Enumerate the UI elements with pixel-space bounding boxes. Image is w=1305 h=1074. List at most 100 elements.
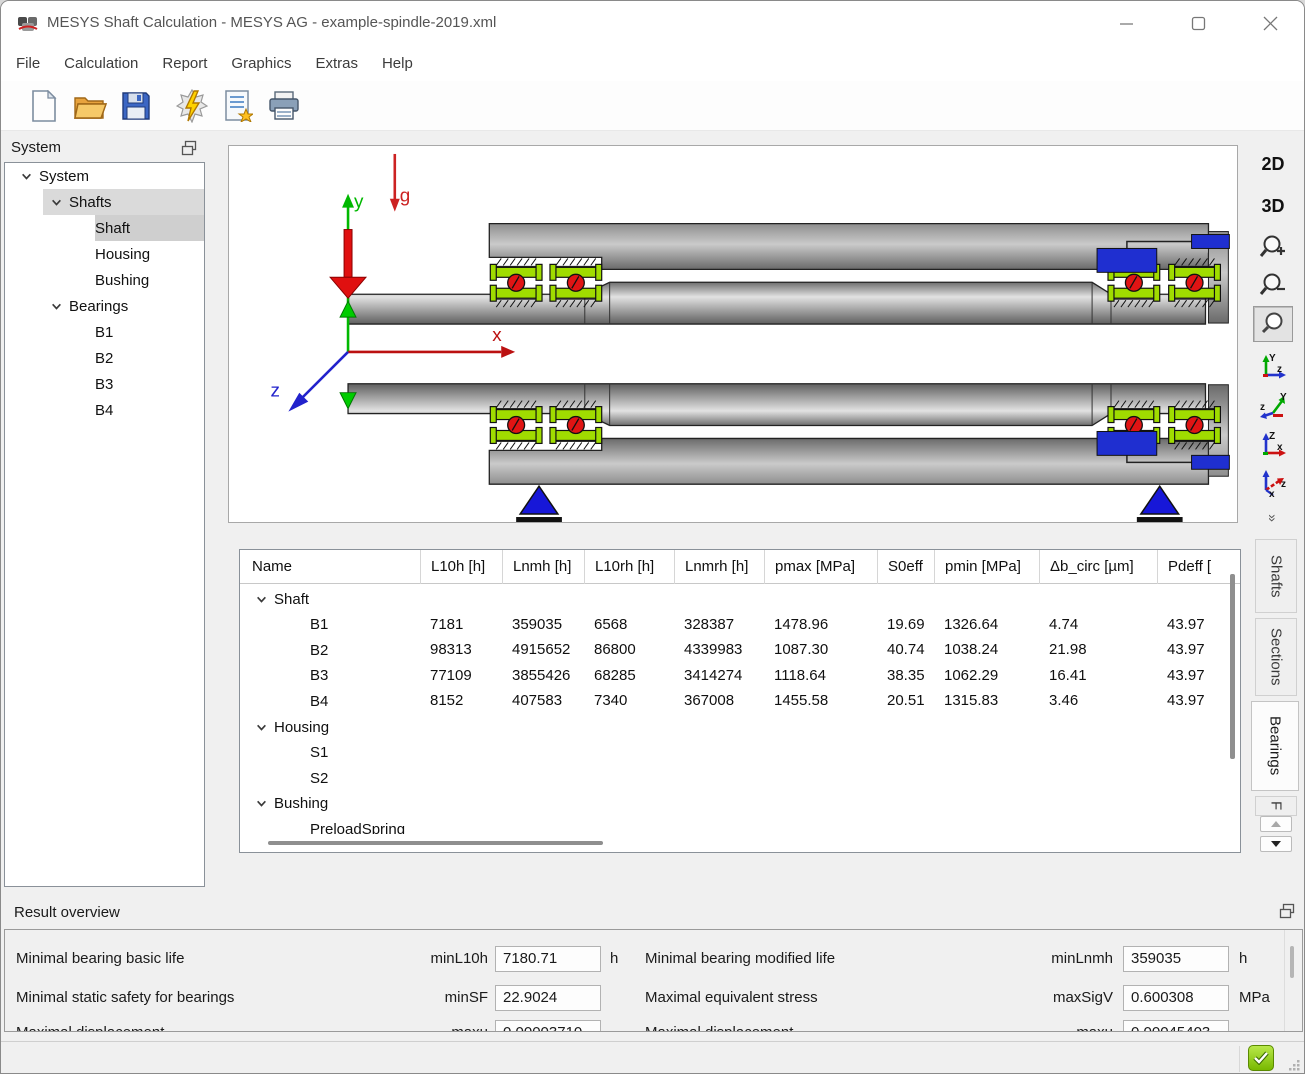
view-3d-button[interactable]: 3D [1253,188,1293,224]
tree-item-bearings[interactable]: Bearings [5,293,204,319]
menu-graphics[interactable]: Graphics [231,49,291,78]
row-expand-arrow[interactable] [248,594,274,605]
maximize-button[interactable] [1175,3,1221,43]
open-file-button[interactable] [71,87,109,125]
column-header-0[interactable]: Name [240,550,420,584]
tree-expand-arrow[interactable] [43,301,69,312]
menu-extras[interactable]: Extras [315,49,358,78]
tabs-scroll-up-button[interactable] [1260,816,1292,832]
print-button[interactable] [265,87,303,125]
support-triangle-left[interactable] [520,486,558,514]
load-block-top-large[interactable] [1097,248,1157,272]
table-row-s1[interactable]: S1 [240,740,1240,766]
calculate-button[interactable] [173,87,211,125]
overview-field-value[interactable]: 7180.71 [495,946,601,972]
overview-field-value[interactable]: 22.9024 [495,985,601,1011]
tab-f[interactable]: F [1255,796,1297,816]
tab-sections[interactable]: Sections [1255,618,1297,696]
tree-item-b2[interactable]: B2 [5,345,204,371]
load-block-bottom-small[interactable] [1192,455,1230,469]
overview-field-value[interactable]: 0.600308 [1123,985,1229,1011]
tree-item-b3[interactable]: B3 [5,371,204,397]
menu-file[interactable]: File [16,49,40,78]
column-header-1[interactable]: L10h [h] [420,550,502,584]
tree-item-label-wrap: B3 [95,371,204,397]
support-triangle-right[interactable] [1141,486,1179,514]
view-xz-button[interactable]: z x [1253,465,1293,501]
tab-shafts[interactable]: Shafts [1255,539,1297,613]
table-row-shaft[interactable]: Shaft [240,586,1240,612]
row-expand-arrow[interactable] [248,722,274,733]
tab-bearings[interactable]: Bearings [1251,701,1299,791]
overview-scrollbar[interactable] [1284,930,1298,1031]
menu-calculation[interactable]: Calculation [64,49,138,78]
svg-text:Y: Y [1280,392,1287,403]
overview-scroll-thumb[interactable] [1290,946,1294,978]
float-overview-icon[interactable] [1279,903,1295,919]
table-row-b4[interactable]: B4815240758373403670081455.5820.511315.8… [240,688,1240,714]
overview-field-value[interactable]: 0.00045403 [1123,1020,1229,1032]
cell-Lnmh: 3855426 [512,663,582,689]
table-row-housing[interactable]: Housing [240,714,1240,740]
menu-help[interactable]: Help [382,49,413,78]
column-header-8[interactable]: Δb_circ [µm] [1039,550,1157,584]
view-yz-button[interactable]: Y z [1253,348,1293,384]
save-button[interactable] [117,87,155,125]
table-hscroll-thumb[interactable] [268,841,603,845]
view-zy-button[interactable]: z Y [1253,387,1293,423]
column-header-7[interactable]: pmin [MPa] [934,550,1039,584]
zoom-out-button[interactable] [1253,268,1293,304]
overview-field-value[interactable]: 359035 [1123,946,1229,972]
table-row-b2[interactable]: B29831349156528680043399831087.3040.7410… [240,637,1240,663]
load-block-bottom-large[interactable] [1097,431,1157,455]
column-header-4[interactable]: Lnmrh [h] [674,550,764,584]
tabs-scroll-down-button[interactable] [1260,836,1292,852]
table-row-b1[interactable]: B1718135903565683283871478.9619.691326.6… [240,612,1240,638]
table-row-b3[interactable]: B37710938554266828534142741118.6438.3510… [240,663,1240,689]
table-row-s2[interactable]: S2 [240,765,1240,791]
table-horizontal-scrollbar[interactable] [242,839,1222,847]
table-row-bushing[interactable]: Bushing [240,791,1240,817]
tree-expand-arrow[interactable] [43,197,69,208]
column-header-6[interactable]: S0eff [877,550,934,584]
shaft-drawing-canvas[interactable]: y x z g [228,145,1238,523]
resize-grip-icon[interactable] [1287,1058,1301,1072]
tree-item-system[interactable]: System [5,163,204,189]
tree-item-b1[interactable]: B1 [5,319,204,345]
overview-field-value[interactable]: 0.00003710 [495,1020,601,1032]
tree-item-housing[interactable]: Housing [5,241,204,267]
close-button[interactable] [1247,3,1293,43]
tree-item-b4[interactable]: B4 [5,397,204,423]
column-header-2[interactable]: Lnmh [h] [502,550,584,584]
report-button[interactable] [219,87,257,125]
table-row-preloadspring[interactable]: PreloadSpring [240,816,1240,834]
column-header-3[interactable]: L10rh [h] [584,550,674,584]
tree-item-bushing[interactable]: Bushing [5,267,204,293]
load-block-top-small[interactable] [1192,235,1230,249]
zoom-out-icon [1259,272,1287,300]
zoom-fit-button[interactable] [1253,306,1293,342]
overview-field-symbol: minSF [378,989,488,1006]
minimize-button[interactable] [1103,3,1149,43]
new-file-button[interactable] [25,87,63,125]
calculation-status-button[interactable] [1248,1045,1274,1071]
view-2d-button[interactable]: 2D [1253,146,1293,182]
table-vertical-scrollbar[interactable] [1230,574,1235,759]
shaft-bottom-section[interactable] [348,384,1205,426]
tree-item-shaft[interactable]: Shaft [5,215,204,241]
cell-S0eff: 19.69 [887,612,932,638]
system-panel-header: System [1,134,206,162]
column-header-9[interactable]: Pdeff [ [1157,550,1241,584]
view-zx-button[interactable]: Z x [1253,426,1293,462]
tree-expand-arrow[interactable] [13,171,39,182]
title-bar[interactable]: MESYS Shaft Calculation - MESYS AG - exa… [1,1,1304,46]
coordinate-axes: y x z g [270,154,515,412]
row-expand-arrow[interactable] [248,798,274,809]
more-tools-chevron-icon[interactable]: » [1255,498,1291,538]
float-panel-icon[interactable] [181,140,197,156]
zoom-in-button[interactable] [1253,230,1293,266]
shaft-top-section[interactable] [348,282,1205,324]
tree-item-shafts[interactable]: Shafts [5,189,204,215]
menu-report[interactable]: Report [162,49,207,78]
column-header-5[interactable]: pmax [MPa] [764,550,877,584]
